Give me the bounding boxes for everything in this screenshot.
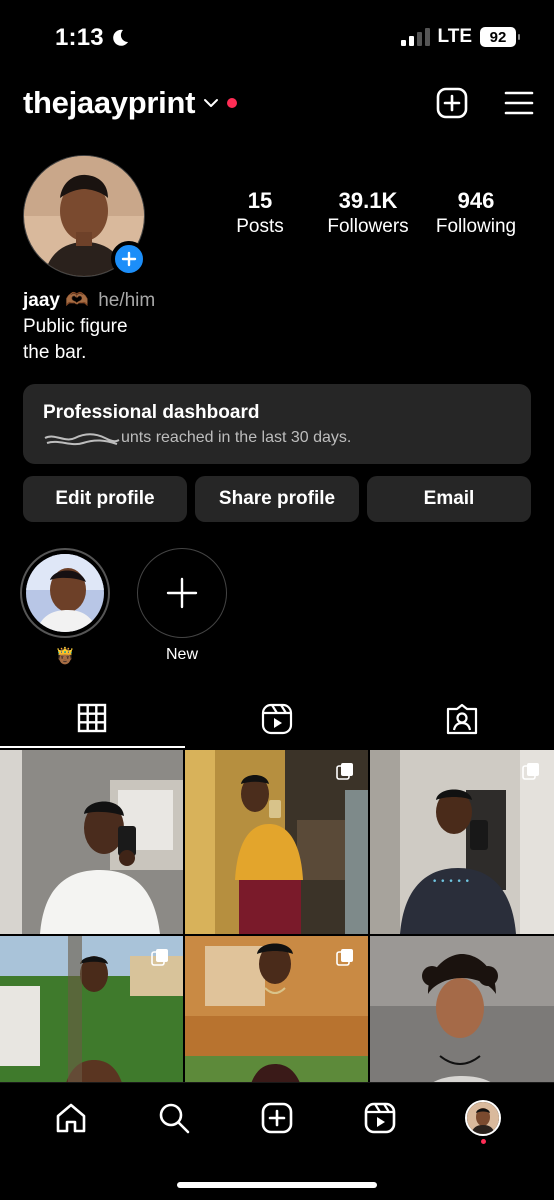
- profile-header: thejaayprint: [23, 82, 534, 124]
- search-icon: [159, 1103, 190, 1134]
- email-button[interactable]: Email: [367, 476, 531, 522]
- post-thumbnail[interactable]: [185, 750, 368, 934]
- profile-bio: jaay 🫶🏾 he/him Public figure the bar.: [23, 288, 155, 366]
- username-switcher[interactable]: thejaayprint: [23, 85, 195, 121]
- shirt-print: • • • • •: [432, 877, 470, 887]
- nav-home[interactable]: [51, 1098, 91, 1138]
- highlight-item[interactable]: 🤴🏾: [20, 548, 110, 666]
- new-highlight-label: New: [165, 646, 198, 663]
- avatar[interactable]: [464, 1100, 501, 1136]
- stat-followers[interactable]: 39.1K Followers: [318, 188, 418, 238]
- edit-profile-button[interactable]: Edit profile: [23, 476, 187, 522]
- followers-count: 39.1K: [338, 188, 398, 213]
- signal-icon: [400, 28, 430, 46]
- chevron-down-icon[interactable]: [203, 95, 219, 111]
- posts-grid: • • • • •: [0, 750, 554, 1120]
- clock-text: 1:13: [55, 24, 104, 51]
- nav-profile[interactable]: [463, 1098, 503, 1144]
- followers-label: Followers: [327, 216, 409, 237]
- category-label: Public figure: [23, 316, 128, 337]
- nav-reels[interactable]: [360, 1098, 400, 1138]
- tagged-icon: [446, 703, 477, 735]
- following-label: Following: [435, 216, 517, 237]
- dashboard-subtitle: unts reached in the last 30 days.: [43, 429, 511, 447]
- highlight-cover: [26, 554, 104, 632]
- pronouns: he/him: [98, 290, 156, 311]
- plus-icon: [166, 577, 198, 609]
- profile-actions: Edit profile Share profile Email: [23, 476, 531, 522]
- posts-label: Posts: [236, 216, 284, 237]
- stat-posts[interactable]: 15 Posts: [210, 188, 310, 238]
- highlight-ring[interactable]: [20, 548, 110, 638]
- multiple-photos-icon: [336, 763, 353, 780]
- battery-icon: 92: [480, 27, 520, 47]
- new-highlight[interactable]: New: [137, 548, 227, 664]
- reels-icon: [261, 703, 293, 735]
- dashboard-title: Professional dashboard: [43, 402, 260, 423]
- create-icon: [261, 1102, 293, 1134]
- network-label: LTE: [437, 26, 472, 47]
- battery-level: 92: [489, 28, 507, 46]
- bio-text: the bar.: [23, 342, 87, 363]
- profile-avatar[interactable]: [23, 155, 147, 277]
- following-count: 946: [457, 188, 495, 213]
- stat-following[interactable]: 946 Following: [426, 188, 526, 238]
- home-indicator: [177, 1182, 377, 1188]
- post-thumbnail[interactable]: • • • • •: [370, 750, 554, 934]
- posts-count: 15: [247, 188, 273, 213]
- display-name: jaay 🫶🏾: [23, 290, 89, 311]
- highlight-label: 🤴🏾: [55, 648, 75, 665]
- tab-posts[interactable]: [0, 690, 185, 748]
- post-photo: [0, 750, 183, 934]
- tab-reels[interactable]: [185, 690, 370, 748]
- tab-tagged[interactable]: [369, 690, 554, 748]
- new-highlight-button[interactable]: [137, 548, 227, 638]
- create-post-icon[interactable]: [436, 87, 468, 119]
- reels-icon: [364, 1102, 396, 1134]
- home-icon: [57, 1103, 86, 1133]
- profile-stats: 15 Posts 39.1K Followers 946 Following: [210, 188, 526, 238]
- moon-icon: [113, 29, 128, 46]
- notification-dot: [480, 1139, 486, 1144]
- nav-search[interactable]: [154, 1098, 194, 1138]
- professional-dashboard[interactable]: Professional dashboard unts reached in t…: [23, 384, 531, 464]
- bottom-navigation: [0, 1082, 554, 1200]
- status-indicators: LTE 92: [400, 26, 520, 48]
- notification-dot: [227, 98, 238, 108]
- multiple-photos-icon: [151, 949, 168, 966]
- menu-icon[interactable]: [504, 90, 534, 116]
- highlight-photo: [26, 554, 104, 632]
- multiple-photos-icon: [522, 763, 539, 780]
- post-thumbnail[interactable]: [0, 750, 183, 934]
- dashboard-reach-text: unts reached in the last 30 days.: [121, 429, 352, 446]
- add-story-button[interactable]: [111, 241, 147, 277]
- multiple-photos-icon: [336, 949, 353, 966]
- status-time: 1:13: [55, 24, 130, 52]
- redaction-scribble: [44, 433, 120, 446]
- grid-icon: [78, 703, 107, 733]
- content-tabs: [0, 690, 554, 748]
- profile-avatar-photo: [466, 1102, 499, 1134]
- share-profile-button[interactable]: Share profile: [195, 476, 359, 522]
- status-bar: 1:13 LTE 92: [0, 0, 554, 72]
- nav-create[interactable]: [257, 1098, 297, 1138]
- plus-icon: [121, 251, 137, 267]
